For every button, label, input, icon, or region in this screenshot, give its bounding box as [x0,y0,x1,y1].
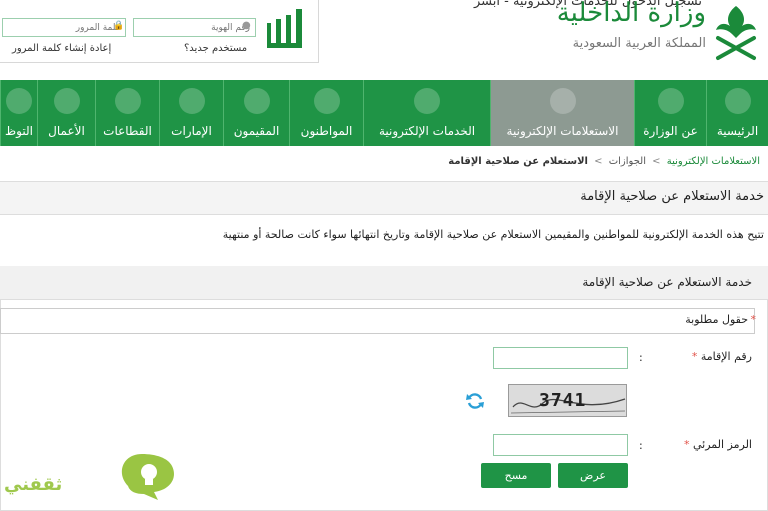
nav-label: المواطنون [300,124,353,138]
nav-label: عن الوزارة [643,124,698,138]
emblem-icon [657,88,684,114]
watermark-text: ثقفني [4,474,63,495]
reset-password-link[interactable]: إعادة إنشاء كلمة المرور [12,43,111,54]
required-star: * [683,438,690,451]
main-nav: التوظ الأعمال القطاعات الإمارات المقيمون… [0,80,768,146]
nav-item-e-services[interactable]: الخدمات الإلكترونية [363,80,490,146]
nav-label: الرئيسية [716,124,759,138]
nav-item-business[interactable]: الأعمال [37,80,95,146]
breadcrumb: الاستعلامات الإلكترونية > الجوازات > الا… [448,156,760,167]
ministry-name: وزارة الداخلية [556,0,706,28]
form-panel-header: خدمة الاستعلام عن صلاحية الإقامة [0,266,768,300]
breadcrumb-e-inquiries[interactable]: الاستعلامات الإلكترونية [667,156,760,167]
refresh-captcha-icon[interactable] [465,391,485,411]
lock-icon: 🔒 [113,21,125,31]
captcha-image: 3741 [508,384,627,417]
new-user-link[interactable]: مستخدم جديد؟ [184,43,247,54]
iqama-label: رقم الإقامة * [692,350,752,363]
regions-icon [178,88,205,114]
required-note: حقول مطلوبة [685,313,748,326]
nav-item-citizens[interactable]: المواطنون [289,80,363,146]
nav-item-residents[interactable]: المقيمون [223,80,289,146]
briefcase-icon [53,88,80,114]
saudi-emblem-icon [716,6,756,60]
nav-label: القطاعات [103,124,152,138]
breadcrumb-separator: > [652,156,661,167]
captcha-input[interactable] [493,434,628,456]
globe-search-icon [549,88,576,114]
nav-label: الإمارات [171,124,212,138]
required-star: * [750,313,757,326]
colon: : [639,351,643,364]
user-icon: ● [242,20,251,31]
page-title-band: خدمة الاستعلام عن صلاحية الإقامة [0,181,768,215]
network-icon [114,88,141,114]
kingdom-name: المملكة العربية السعودية [572,36,706,51]
iqama-number-input[interactable] [493,347,628,369]
required-star: * [691,350,698,363]
required-note-box [0,308,755,334]
nav-item-home[interactable]: الرئيسية [706,80,768,146]
nav-item-employment[interactable]: التوظ [0,80,37,146]
nav-label: التوظ [5,124,33,138]
breadcrumb-passports[interactable]: الجوازات [609,156,646,167]
home-icon [724,88,751,114]
nav-label: المقيمون [233,124,280,138]
view-button[interactable]: عرض [558,463,628,488]
captcha-label: الرمز المرئي * [684,438,752,451]
citizen-icon [313,88,340,114]
password-input[interactable] [2,18,126,37]
id-number-input[interactable] [133,18,256,37]
nav-label: الأعمال [48,124,85,138]
site-header: تسجيل الدخول للخدمات الإلكترونية - أبشر … [0,0,768,80]
absher-logo[interactable] [262,3,312,55]
globe-icon [414,88,440,114]
employment-icon [6,88,32,114]
iqama-label-text: رقم الإقامة [700,350,752,363]
breadcrumb-current: الاستعلام عن صلاحية الإقامة [448,156,588,167]
nav-item-about-ministry[interactable]: عن الوزارة [634,80,706,146]
residents-icon [243,88,270,114]
nav-item-e-inquiries[interactable]: الاستعلامات الإلكترونية [490,80,634,146]
captcha-label-text: الرمز المرئي [692,438,752,451]
breadcrumb-separator: > [594,156,603,167]
captcha-text: 3741 [539,390,587,411]
form-panel-title: خدمة الاستعلام عن صلاحية الإقامة [582,275,752,289]
colon: : [639,439,643,452]
nav-item-sectors[interactable]: القطاعات [95,80,159,146]
nav-item-regions[interactable]: الإمارات [159,80,223,146]
page-title: خدمة الاستعلام عن صلاحية الإقامة [580,189,764,204]
clear-button[interactable]: مسح [481,463,551,488]
page-description: تتيح هذه الخدمة الإلكترونية للمواطنين وا… [222,228,764,241]
nav-label: الخدمات الإلكترونية [378,124,476,138]
nav-label: الاستعلامات الإلكترونية [506,124,619,138]
